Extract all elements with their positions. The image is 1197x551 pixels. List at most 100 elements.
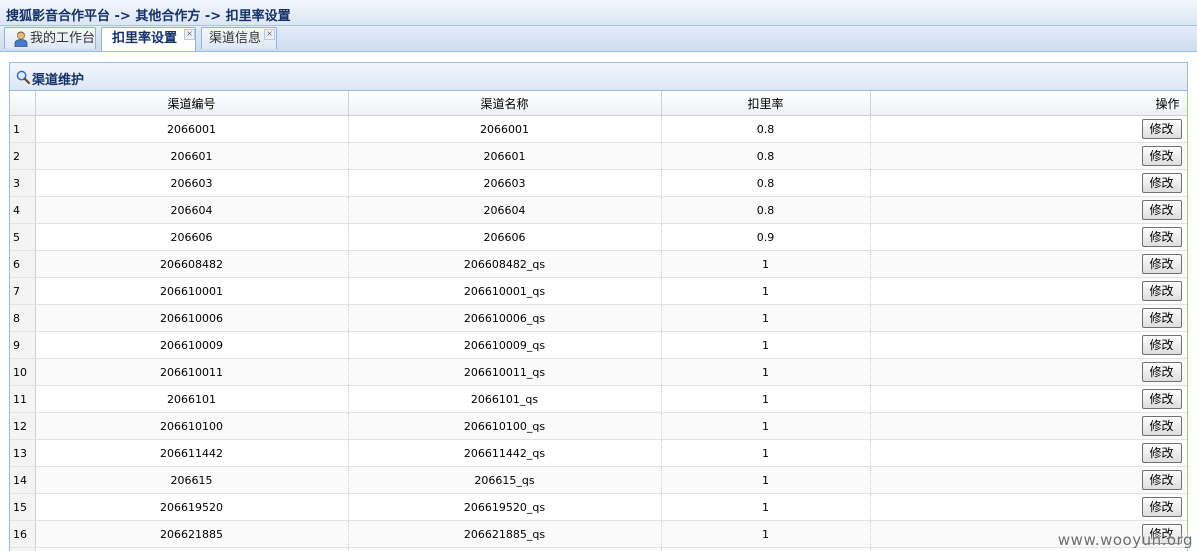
edit-button[interactable]: 修改 (1141, 281, 1182, 301)
row-number: 12 (10, 412, 36, 440)
edit-button[interactable]: 修改 (1141, 470, 1182, 490)
edit-button[interactable]: 修改 (1141, 173, 1182, 193)
channel-table: 渠道编号 渠道名称 扣里率 操作 1 2066001 2066001 0.8 修改 2 20… (10, 91, 1187, 551)
row-number: 14 (10, 466, 36, 494)
table-row[interactable]: 7 206610001 206610001_qs 1 修改 (10, 277, 1187, 305)
discount-rate-cell: 1 (661, 466, 871, 494)
channel-name-cell: 206615_qs (348, 466, 662, 494)
edit-button[interactable]: 修改 (1141, 119, 1182, 139)
channel-code-cell: 206611442 (35, 439, 349, 467)
channel-name-cell: 2066101_qs (348, 385, 662, 413)
table-row[interactable]: 11 2066101 2066101_qs 1 修改 (10, 385, 1187, 413)
action-cell: 修改 (870, 304, 1187, 332)
discount-rate-cell: 1 (661, 547, 871, 551)
edit-button[interactable]: 修改 (1141, 200, 1182, 220)
channel-code-cell: 206610006 (35, 304, 349, 332)
discount-rate-cell: 0.8 (661, 142, 871, 170)
discount-rate-cell: 1 (661, 493, 871, 521)
row-number: 7 (10, 277, 36, 305)
table-row[interactable]: 17206621916206621916_qs1修改 (10, 547, 1187, 551)
tab-discount-rate[interactable]: 扣里率设置 × (101, 27, 196, 51)
discount-rate-cell: 1 (661, 358, 871, 386)
edit-button[interactable]: 修改 (1141, 362, 1182, 382)
action-cell: 修改 (870, 223, 1187, 251)
table-row[interactable]: 4 206604 206604 0.8 修改 (10, 196, 1187, 224)
action-cell: 修改 (870, 358, 1187, 386)
channel-code-cell: 2066101 (35, 385, 349, 413)
channel-name-cell: 206621916_qs (348, 547, 662, 551)
table-row[interactable]: 16 206621885 206621885_qs 1 修改 (10, 520, 1187, 548)
row-number: 17 (10, 547, 36, 551)
table-row[interactable]: 3 206603 206603 0.8 修改 (10, 169, 1187, 197)
row-number: 16 (10, 520, 36, 548)
channel-code-cell: 206610009 (35, 331, 349, 359)
channel-code-cell: 206619520 (35, 493, 349, 521)
channel-code-cell: 206604 (35, 196, 349, 224)
panel-header: 渠道维护 (10, 63, 1187, 91)
channel-code-cell: 206606 (35, 223, 349, 251)
channel-name-cell: 206610011_qs (348, 358, 662, 386)
table-row[interactable]: 12 206610100 206610100_qs 1 修改 (10, 412, 1187, 440)
channel-code-cell: 206601 (35, 142, 349, 170)
table-row[interactable]: 9 206610009 206610009_qs 1 修改 (10, 331, 1187, 359)
edit-button[interactable]: 修改 (1141, 335, 1182, 355)
edit-button[interactable]: 修改 (1141, 308, 1182, 328)
channel-name-cell: 206610001_qs (348, 277, 662, 305)
discount-rate-cell: 1 (661, 331, 871, 359)
table-row[interactable]: 10 206610011 206610011_qs 1 修改 (10, 358, 1187, 386)
tab-workbench[interactable]: 我的工作台 (4, 27, 96, 49)
table-row[interactable]: 5 206606 206606 0.9 修改 (10, 223, 1187, 251)
column-header-code[interactable]: 渠道编号 (35, 91, 349, 116)
channel-name-cell: 206610100_qs (348, 412, 662, 440)
edit-button[interactable]: 修改 (1141, 497, 1182, 517)
breadcrumb-bar: 搜狐影音合作平台 -> 其他合作方 -> 扣里率设置 (0, 0, 1197, 26)
channel-name-cell: 206610009_qs (348, 331, 662, 359)
row-number: 3 (10, 169, 36, 197)
table-row[interactable]: 2 206601 206601 0.8 修改 (10, 142, 1187, 170)
row-number: 6 (10, 250, 36, 278)
edit-button[interactable]: 修改 (1141, 416, 1182, 436)
close-icon[interactable]: × (264, 29, 275, 40)
close-icon[interactable]: × (184, 29, 195, 40)
table-row[interactable]: 14 206615 206615_qs 1 修改 (10, 466, 1187, 494)
action-cell: 修改 (870, 169, 1187, 197)
channel-maintenance-panel: 渠道维护 渠道编号 渠道名称 扣里率 操作 1 2066001 2066001 0.8… (9, 62, 1188, 551)
tab-label: 扣里率设置 (112, 31, 178, 46)
discount-rate-cell: 1 (661, 439, 871, 467)
discount-rate-cell: 1 (661, 412, 871, 440)
breadcrumb: 搜狐影音合作平台 -> 其他合作方 -> 扣里率设置 (6, 9, 291, 24)
discount-rate-cell: 1 (661, 385, 871, 413)
discount-rate-cell: 1 (661, 304, 871, 332)
discount-rate-cell: 1 (661, 250, 871, 278)
column-header-action[interactable]: 操作 (870, 91, 1187, 116)
action-cell: 修改 (870, 439, 1187, 467)
row-number: 2 (10, 142, 36, 170)
table-row[interactable]: 15 206619520 206619520_qs 1 修改 (10, 493, 1187, 521)
table-row[interactable]: 13 206611442 206611442_qs 1 修改 (10, 439, 1187, 467)
table-row[interactable]: 1 2066001 2066001 0.8 修改 (10, 115, 1187, 143)
column-header-name[interactable]: 渠道名称 (348, 91, 662, 116)
user-icon (14, 31, 28, 47)
edit-button[interactable]: 修改 (1141, 389, 1182, 409)
tab-channel-info[interactable]: 渠道信息 × (201, 27, 277, 49)
row-number: 4 (10, 196, 36, 224)
edit-button[interactable]: 修改 (1141, 443, 1182, 463)
channel-code-cell: 206621916 (35, 547, 349, 551)
channel-name-cell: 206619520_qs (348, 493, 662, 521)
action-cell: 修改 (870, 466, 1187, 494)
edit-button[interactable]: 修改 (1141, 146, 1182, 166)
row-number: 1 (10, 115, 36, 143)
column-header-rate[interactable]: 扣里率 (661, 91, 871, 116)
search-icon (16, 70, 30, 84)
discount-rate-cell: 1 (661, 520, 871, 548)
edit-button[interactable]: 修改 (1141, 254, 1182, 274)
channel-code-cell: 206610100 (35, 412, 349, 440)
channel-code-cell: 206615 (35, 466, 349, 494)
action-cell: 修改 (870, 385, 1187, 413)
channel-name-cell: 206610006_qs (348, 304, 662, 332)
table-row[interactable]: 6 206608482 206608482_qs 1 修改 (10, 250, 1187, 278)
table-row[interactable]: 8 206610006 206610006_qs 1 修改 (10, 304, 1187, 332)
channel-name-cell: 2066001 (348, 115, 662, 143)
edit-button[interactable]: 修改 (1141, 227, 1182, 247)
channel-code-cell: 206621885 (35, 520, 349, 548)
